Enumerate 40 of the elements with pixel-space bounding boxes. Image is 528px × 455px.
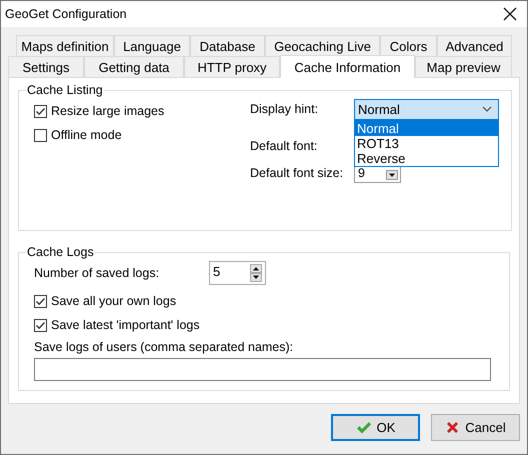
field-label: Display hint:	[250, 102, 320, 116]
tab[interactable]: Settings	[8, 56, 84, 77]
tab[interactable]: Cache Information	[280, 55, 415, 78]
dropdown-option[interactable]: Reverse	[355, 150, 498, 166]
dialog-button[interactable]: OK	[331, 414, 420, 441]
tab[interactable]: HTTP proxy	[184, 56, 280, 77]
dialog-button[interactable]: Cancel	[431, 414, 520, 441]
tab[interactable]: Colors	[380, 35, 437, 56]
tab[interactable]: Advanced	[437, 35, 512, 56]
checkbox-label: Offline mode	[51, 128, 122, 142]
checkbox-label: Save all your own logs	[51, 294, 176, 308]
group-title: Cache Logs	[26, 245, 95, 259]
display-hint-dropdown[interactable]: Normal	[354, 98, 499, 120]
field-label: Number of saved logs:	[34, 266, 160, 280]
tab[interactable]: Map preview	[415, 56, 512, 77]
checkbox-label: Save latest 'important' logs	[51, 318, 200, 332]
field-label: Save logs of users (comma separated names):	[34, 340, 294, 354]
checkmark-icon	[356, 420, 372, 434]
tab[interactable]: Getting data	[84, 56, 184, 77]
checkbox[interactable]	[34, 294, 47, 308]
tab[interactable]: Geocaching Live	[265, 35, 380, 56]
cross-icon	[445, 420, 460, 435]
tab[interactable]: Maps definition	[16, 35, 114, 56]
tab[interactable]: Language	[114, 35, 190, 56]
window-title: GeoGet Configuration	[5, 7, 127, 21]
field-label: Default font size:	[250, 166, 344, 180]
field-label: Default font:	[250, 139, 318, 153]
tab[interactable]: Database	[190, 35, 265, 56]
checkbox[interactable]	[34, 318, 47, 332]
spin-arrows-icon[interactable]	[250, 264, 262, 282]
dropdown-option[interactable]: Normal	[355, 120, 498, 136]
close-icon[interactable]	[503, 7, 517, 21]
input-field[interactable]	[34, 358, 491, 381]
spin-box[interactable]: 5	[209, 261, 266, 285]
checkbox-label: Resize large images	[51, 104, 164, 118]
dropdown-option[interactable]: ROT13	[355, 136, 498, 150]
checkbox[interactable]	[34, 128, 47, 142]
group-title: Cache Listing	[26, 83, 104, 97]
checkbox[interactable]	[34, 104, 47, 118]
chevron-icon	[482, 106, 492, 112]
